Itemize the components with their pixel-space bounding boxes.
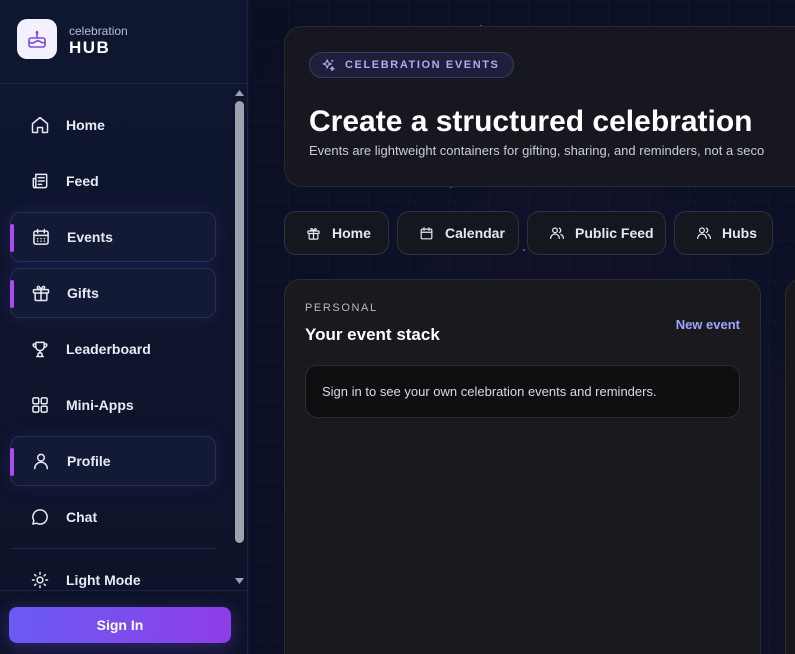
quick-link-label: Hubs (722, 225, 757, 241)
page-subtitle: Events are lightweight containers for gi… (309, 143, 765, 158)
background-star (523, 249, 525, 251)
event-stack-panel: PERSONAL Your event stack New event Sign… (284, 279, 761, 654)
sidebar-item-label: Profile (67, 453, 111, 469)
sidebar-item-label: Gifts (67, 285, 99, 301)
home-icon (30, 115, 50, 135)
quick-link-label: Public Feed (575, 225, 654, 241)
newspaper-icon (30, 171, 50, 191)
users-icon (696, 225, 712, 241)
gift-icon (31, 283, 51, 303)
sidebar-item-chat[interactable]: Chat (10, 492, 216, 542)
quick-link-label: Calendar (445, 225, 505, 241)
user-icon (31, 451, 51, 471)
quick-link-label: Home (332, 225, 371, 241)
sidebar-item-home[interactable]: Home (10, 100, 216, 150)
page-title: Create a structured celebration (309, 105, 753, 138)
sparkles-icon (321, 57, 337, 73)
new-event-link[interactable]: New event (676, 317, 740, 332)
nav-divider (10, 548, 216, 549)
chat-bubble-icon (30, 507, 50, 527)
grid-icon (30, 395, 50, 415)
scroll-up-arrow-icon[interactable] (234, 88, 245, 98)
sidebar-item-label: Feed (66, 173, 99, 189)
sidebar-nav: Home Feed Events Gifts Leaderboard Mini-… (0, 85, 232, 590)
sidebar-item-feed[interactable]: Feed (10, 156, 216, 206)
empty-state-message: Sign in to see your own celebration even… (305, 365, 740, 418)
sidebar-item-label: Light Mode (66, 572, 141, 588)
scrollbar-thumb[interactable] (235, 101, 244, 543)
sidebar-item-leaderboard[interactable]: Leaderboard (10, 324, 216, 374)
section-badge: CELEBRATION EVENTS (309, 52, 514, 78)
light-mode-toggle[interactable]: Light Mode (10, 555, 216, 590)
cake-logo-icon[interactable] (17, 19, 57, 59)
brand-tagline: celebration (69, 24, 128, 38)
app-root: celebration HUB Home Feed Events Gifts L… (0, 0, 795, 654)
quick-link-hubs[interactable]: Hubs (674, 211, 773, 255)
sun-icon (30, 570, 50, 590)
sidebar-item-gifts[interactable]: Gifts (10, 268, 216, 318)
sidebar-footer: Sign In (0, 590, 247, 654)
brand-header: celebration HUB (0, 0, 247, 84)
trophy-icon (30, 339, 50, 359)
calendar-icon (419, 225, 435, 241)
quick-link-home[interactable]: Home (284, 211, 389, 255)
sidebar-item-label: Leaderboard (66, 341, 151, 357)
panel-eyebrow: PERSONAL (305, 302, 378, 314)
panel-title: Your event stack (305, 325, 440, 344)
sidebar-item-label: Chat (66, 509, 98, 525)
quick-link-calendar[interactable]: Calendar (397, 211, 519, 255)
hero-card: CELEBRATION EVENTS Create a structured c… (284, 26, 795, 187)
sidebar: celebration HUB Home Feed Events Gifts L… (0, 0, 248, 654)
sidebar-item-label: Events (67, 229, 113, 245)
quick-link-public-feed[interactable]: Public Feed (527, 211, 666, 255)
sidebar-item-label: Home (66, 117, 105, 133)
users-icon (549, 225, 565, 241)
sidebar-item-label: Mini-Apps (66, 397, 134, 413)
sidebar-item-mini-apps[interactable]: Mini-Apps (10, 380, 216, 430)
brand-title: HUB (69, 38, 111, 57)
sidebar-scrollbar[interactable] (232, 85, 247, 590)
scroll-down-arrow-icon[interactable] (234, 576, 245, 586)
calendar-icon (31, 227, 51, 247)
adjacent-panel (785, 279, 795, 654)
gift-icon (306, 225, 322, 241)
sidebar-item-profile[interactable]: Profile (10, 436, 216, 486)
sign-in-button[interactable]: Sign In (9, 607, 231, 643)
main-content: CELEBRATION EVENTS Create a structured c… (248, 0, 795, 654)
sidebar-item-events[interactable]: Events (10, 212, 216, 262)
badge-label: CELEBRATION EVENTS (345, 59, 500, 71)
